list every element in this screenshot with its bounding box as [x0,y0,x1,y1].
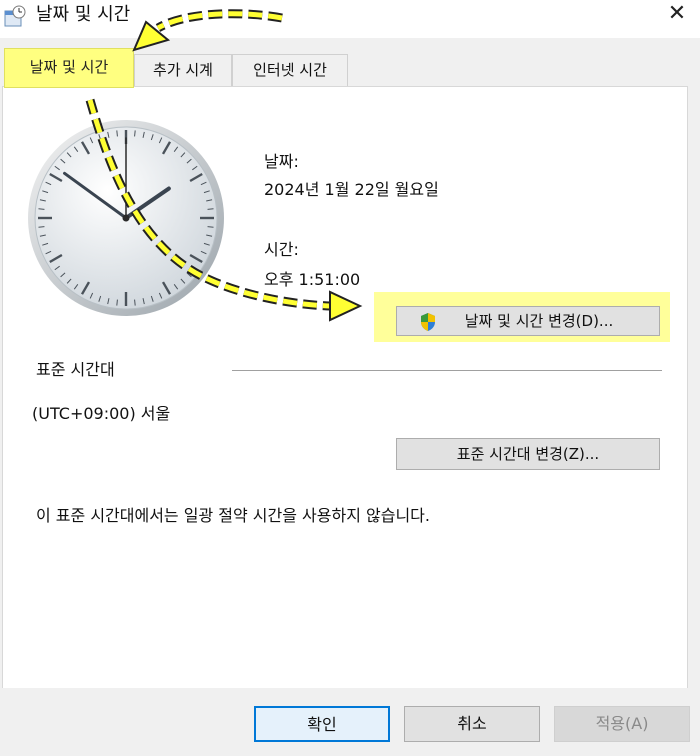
change-datetime-button[interactable]: 날짜 및 시간 변경(D)... [396,306,660,336]
clock-minute-tick [38,208,45,210]
tab-date-time[interactable]: 날짜 및 시간 [4,48,134,88]
timezone-value: (UTC+09:00) 서울 [32,404,171,423]
clock-minute-tick [207,226,214,228]
window-title: 날짜 및 시간 [36,4,131,25]
timezone-separator [232,370,662,371]
time-label: 시간: [264,240,299,259]
clock-minute-tick [134,130,136,137]
tab-internet-time[interactable]: 인터넷 시간 [232,54,348,86]
change-datetime-label: 날짜 및 시간 변경(D)... [464,312,614,330]
clock-minute-tick [134,299,136,306]
cancel-button[interactable]: 취소 [404,706,540,742]
ok-button[interactable]: 확인 [254,706,390,742]
clock-minute-tick [116,299,118,306]
title-bar: 날짜 및 시간 ✕ [0,0,700,38]
tab-strip: 날짜 및 시간 추가 시계 인터넷 시간 [0,38,700,88]
clock-minute-tick [207,208,214,210]
change-timezone-button[interactable]: 표준 시간대 변경(Z)... [396,438,660,470]
tab-additional-clocks[interactable]: 추가 시계 [134,54,232,86]
apply-button[interactable]: 적용(A) [554,706,690,742]
clock-minute-tick [116,130,118,137]
clock-minute-tick [38,226,45,228]
date-label: 날짜: [264,152,299,171]
timezone-heading: 표준 시간대 [36,360,115,379]
analog-clock [28,120,224,316]
uac-shield-icon [421,313,435,331]
date-value: 2024년 1월 22일 월요일 [264,180,439,199]
clock-center-pin [122,214,130,222]
date-time-app-icon [4,5,26,27]
dst-note: 이 표준 시간대에서는 일광 절약 시간을 사용하지 않습니다. [36,506,430,525]
close-button[interactable]: ✕ [664,2,690,28]
time-value: 오후 1:51:00 [264,270,361,289]
